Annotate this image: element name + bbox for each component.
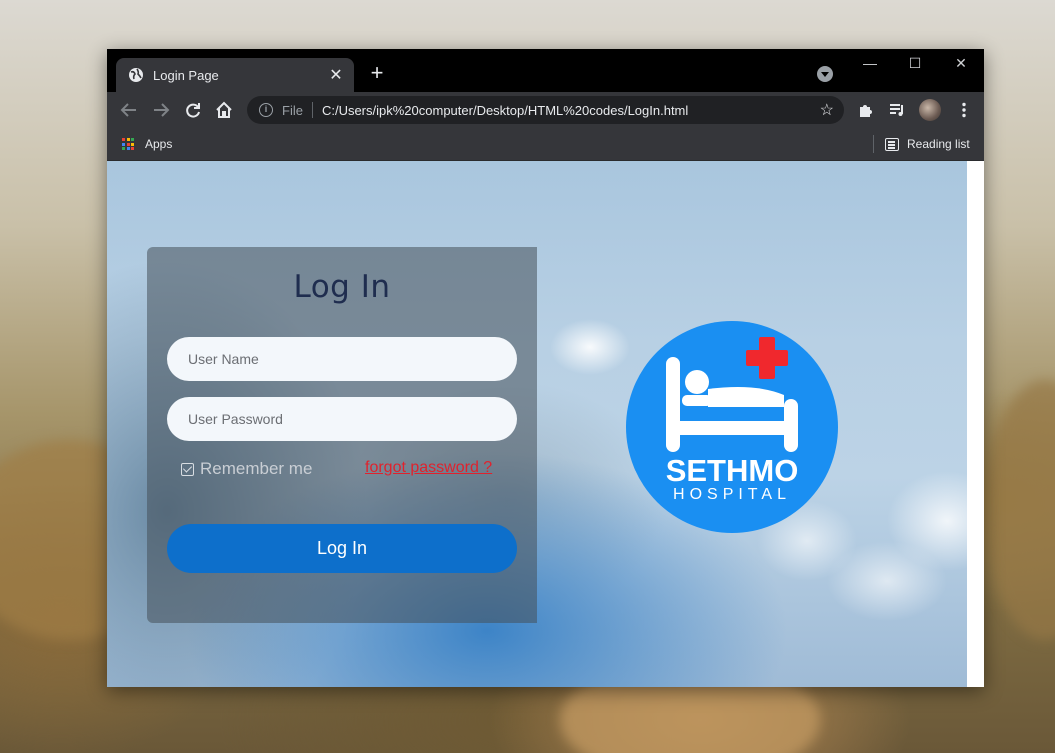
reading-list-icon[interactable] — [885, 138, 899, 151]
page-viewport: Log In Remember me forgot password ? Log… — [107, 161, 967, 687]
reading-list-button[interactable]: Reading list — [907, 137, 970, 151]
login-heading: Log In — [293, 269, 391, 305]
bookmarks-divider — [873, 135, 874, 153]
info-icon[interactable]: i — [259, 103, 273, 117]
omnibox-divider — [311, 102, 313, 118]
browser-window: Login Page ✕ + — ☐ ✕ i File C:/Users/ipk… — [107, 49, 984, 687]
password-input[interactable] — [167, 397, 517, 441]
checkbox-checked-icon[interactable] — [181, 462, 194, 476]
forward-arrow-icon[interactable] — [150, 100, 172, 120]
login-button[interactable]: Log In — [167, 524, 517, 573]
scheme-label: File — [282, 102, 303, 118]
login-panel: Log In Remember me forgot password ? Log… — [147, 247, 537, 623]
minimize-icon[interactable]: — — [855, 55, 885, 71]
more-menu-icon[interactable] — [955, 101, 973, 119]
bookmarks-bar: Apps Reading list — [107, 128, 984, 161]
tab-login-page[interactable]: Login Page ✕ — [116, 58, 354, 92]
back-arrow-icon[interactable] — [118, 100, 140, 120]
remember-me-checkbox[interactable]: Remember me — [181, 459, 312, 479]
maximize-icon[interactable]: ☐ — [900, 55, 930, 72]
close-tab-icon[interactable]: ✕ — [324, 65, 348, 85]
logo-brand-name: SETHMO — [666, 453, 799, 488]
star-icon[interactable]: ☆ — [820, 100, 834, 120]
remember-me-label: Remember me — [200, 459, 313, 478]
profile-avatar[interactable] — [919, 99, 941, 121]
globe-icon — [128, 67, 144, 83]
forgot-password-link[interactable]: forgot password ? — [365, 459, 492, 477]
url-text[interactable]: C:/Users/ipk%20computer/Desktop/HTML%20c… — [322, 103, 820, 118]
apps-grid-icon[interactable] — [122, 138, 134, 150]
vertical-scrollbar[interactable] — [967, 161, 984, 687]
tab-strip: Login Page ✕ + — ☐ ✕ — [107, 49, 984, 92]
address-bar[interactable]: i File C:/Users/ipk%20computer/Desktop/H… — [247, 96, 844, 124]
reload-icon[interactable] — [182, 100, 204, 120]
extensions-icon[interactable] — [857, 101, 875, 119]
tab-title: Login Page — [153, 67, 219, 83]
tab-search-icon[interactable] — [817, 66, 833, 82]
desktop-wallpaper-shape — [985, 380, 1055, 640]
browser-toolbar: i File C:/Users/ipk%20computer/Desktop/H… — [107, 92, 984, 128]
logo-brand-sub: HOSPITAL — [673, 486, 791, 503]
new-tab-button[interactable]: + — [365, 62, 389, 84]
hospital-logo: SETHMO HOSPITAL — [626, 321, 838, 533]
media-queue-icon[interactable] — [888, 101, 906, 119]
home-icon[interactable] — [213, 100, 235, 120]
username-input[interactable] — [167, 337, 517, 381]
apps-bookmark[interactable]: Apps — [145, 137, 172, 151]
window-close-icon[interactable]: ✕ — [946, 55, 976, 72]
